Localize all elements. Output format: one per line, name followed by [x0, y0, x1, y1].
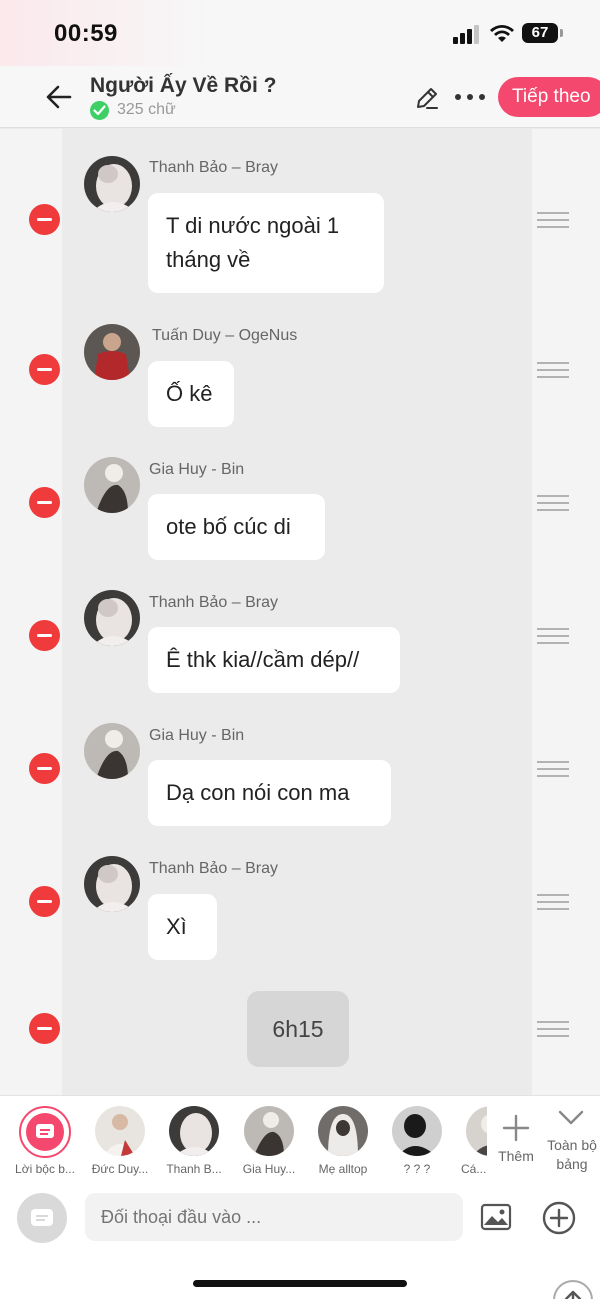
left-gutter	[0, 129, 62, 1095]
character-picker: Lời bộc b... Đức Duy... Thanh B... Gia H…	[0, 1095, 600, 1183]
drag-handle-icon[interactable]	[537, 628, 569, 644]
plus-circle-icon[interactable]	[542, 1201, 576, 1235]
remove-message-button[interactable]	[29, 354, 60, 385]
remove-message-button[interactable]	[29, 753, 60, 784]
check-icon	[90, 100, 109, 120]
character-item[interactable]: Đức Duy...	[82, 1106, 158, 1180]
drag-handle-icon[interactable]	[537, 761, 569, 777]
time-chip[interactable]: 6h15	[247, 991, 349, 1067]
sender-name: Tuấn Duy – OgeNus	[152, 327, 298, 344]
message-list[interactable]: Thanh Bảo – Bray T di nước ngoài 1 tháng…	[0, 129, 600, 1095]
remove-message-button[interactable]	[29, 1013, 60, 1044]
character-label: Thanh B...	[166, 1162, 222, 1176]
message-bubble[interactable]: ote bố cúc di	[148, 494, 325, 560]
status-bar: 00:59 67	[0, 0, 600, 66]
character-avatar	[466, 1106, 487, 1156]
drag-handle-icon[interactable]	[537, 362, 569, 378]
character-label: Gia Huy...	[242, 1162, 296, 1176]
character-label: Mẹ alltop	[318, 1162, 368, 1176]
avatar	[84, 856, 140, 912]
character-narrator[interactable]: Lời bộc b...	[7, 1106, 83, 1180]
message-bubble[interactable]: Ê thk kia//cầm dép//	[148, 627, 400, 693]
sender-name: Thanh Bảo – Bray	[149, 159, 278, 176]
right-gutter	[532, 129, 600, 1095]
sender-name: Thanh Bảo – Bray	[149, 594, 278, 611]
drag-handle-icon[interactable]	[537, 495, 569, 511]
avatar	[84, 324, 140, 380]
avatar	[84, 156, 140, 212]
character-avatar	[318, 1106, 368, 1156]
character-label: Đức Duy...	[91, 1162, 149, 1176]
drag-handle-icon[interactable]	[537, 212, 569, 228]
scroll-up-button[interactable]	[553, 1280, 593, 1299]
sender-name: Gia Huy - Bin	[149, 461, 245, 478]
message-bubble[interactable]: Dạ con nói con ma	[148, 760, 391, 826]
chat-bubble-icon	[36, 1124, 54, 1138]
character-avatar	[392, 1106, 442, 1156]
collapse-all-label: Toàn bộ bảng	[547, 1137, 597, 1172]
character-item[interactable]: Thanh B...	[156, 1106, 232, 1180]
remove-message-button[interactable]	[29, 620, 60, 651]
word-count-label: 325 chữ	[117, 101, 176, 118]
story-title: Người Ấy Về Rồi ?	[90, 74, 277, 97]
input-bar	[0, 1183, 600, 1299]
battery-tip	[560, 29, 563, 37]
message-bubble[interactable]: T di nước ngoài 1 tháng về	[148, 193, 384, 293]
status-time: 00:59	[54, 20, 118, 47]
character-avatar	[95, 1106, 145, 1156]
next-button[interactable]: Tiếp theo	[498, 77, 600, 117]
add-character-button[interactable]: Thêm	[490, 1108, 542, 1180]
plus-icon	[502, 1114, 530, 1142]
image-icon[interactable]	[480, 1203, 512, 1231]
character-item[interactable]: Gia Huy...	[231, 1106, 307, 1180]
character-item[interactable]: ? ? ?	[379, 1106, 455, 1180]
header: Người Ấy Về Rồi ? 325 chữ Tiếp theo	[0, 66, 600, 128]
collapse-all-button[interactable]: Toàn bộ bảng	[542, 1106, 600, 1182]
character-label: Lời bộc b...	[15, 1162, 75, 1176]
message-bubble[interactable]: Ố kê	[148, 361, 234, 427]
drag-handle-icon[interactable]	[537, 894, 569, 910]
drag-handle-icon[interactable]	[537, 1021, 569, 1037]
message-bubble[interactable]: Xì	[148, 894, 217, 960]
character-avatar	[169, 1106, 219, 1156]
word-count: 325 chữ	[90, 100, 176, 120]
home-indicator	[193, 1280, 407, 1287]
chat-bubble-icon	[31, 1209, 53, 1226]
character-item[interactable]: Cá...	[453, 1106, 487, 1180]
wifi-icon	[490, 25, 514, 42]
remove-message-button[interactable]	[29, 886, 60, 917]
cellular-signal-icon	[453, 24, 483, 44]
avatar	[84, 723, 140, 779]
character-item[interactable]: Mẹ alltop	[305, 1106, 381, 1180]
dialog-input[interactable]	[85, 1193, 463, 1241]
add-character-label: Thêm	[498, 1148, 534, 1164]
sender-name: Thanh Bảo – Bray	[149, 860, 278, 877]
battery-icon: 67	[522, 23, 558, 43]
avatar	[84, 457, 140, 513]
avatar	[84, 590, 140, 646]
more-options-icon[interactable]	[455, 94, 485, 102]
narrator-toggle-button[interactable]	[17, 1193, 67, 1243]
remove-message-button[interactable]	[29, 204, 60, 235]
pencil-icon[interactable]	[414, 85, 440, 111]
character-label: ? ? ?	[403, 1162, 431, 1176]
remove-message-button[interactable]	[29, 487, 60, 518]
narrator-avatar	[19, 1106, 71, 1158]
character-label: Cá...	[461, 1162, 487, 1176]
character-avatar	[244, 1106, 294, 1156]
back-arrow-icon[interactable]	[44, 82, 74, 112]
chevron-down-icon	[558, 1110, 584, 1125]
narrator-inner	[26, 1113, 64, 1151]
sender-name: Gia Huy - Bin	[149, 727, 245, 744]
arrow-up-icon	[564, 1290, 582, 1299]
